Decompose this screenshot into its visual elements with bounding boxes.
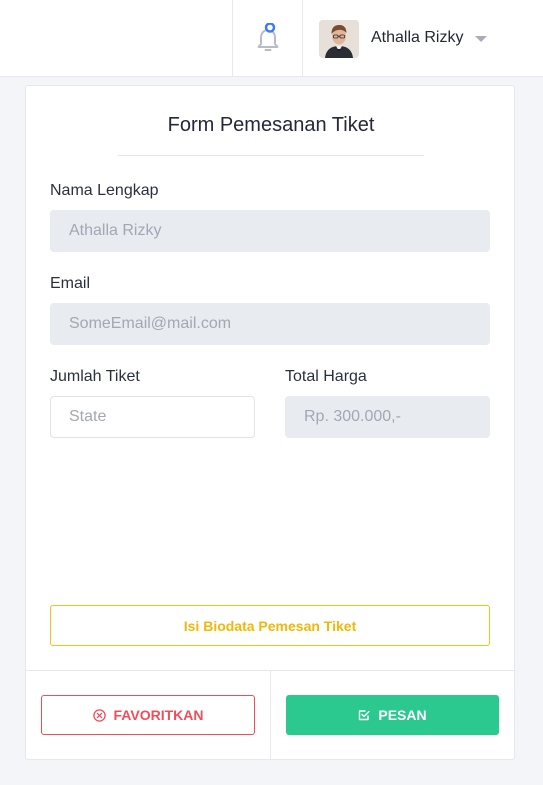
total-harga-label: Total Harga — [285, 368, 367, 385]
bell-icon — [257, 22, 278, 51]
favoritkan-button[interactable]: FAVORITKAN — [41, 695, 255, 735]
avatar — [319, 20, 359, 58]
user-menu[interactable]: Athalla Rizky — [303, 0, 543, 77]
pesan-label: PESAN — [378, 707, 427, 723]
form-title: Form Pemesanan Tiket — [167, 114, 375, 136]
notification-button[interactable] — [232, 0, 303, 77]
nama-label: Nama Lengkap — [50, 182, 159, 199]
title-divider — [118, 155, 424, 156]
user-name[interactable]: Athalla Rizky — [371, 29, 463, 47]
jumlah-tiket-placeholder: State — [69, 408, 107, 425]
footer-split-divider — [270, 671, 271, 760]
biodata-notice-text: Isi Biodata Pemesan Tiket — [183, 617, 357, 634]
email-field: SomeEmail@mail.com — [50, 303, 490, 345]
check-square-icon — [359, 710, 371, 721]
pesan-button[interactable]: PESAN — [286, 695, 499, 735]
nama-field: Athalla Rizky — [50, 210, 490, 252]
total-harga-field: Rp. 300.000,- — [285, 396, 490, 438]
total-harga-value: Rp. 300.000,- — [304, 408, 401, 425]
email-label: Email — [50, 275, 91, 292]
notification-dot — [264, 22, 275, 33]
caret-down-icon[interactable] — [475, 36, 487, 42]
ticket-order-card: Form Pemesanan Tiket Nama Lengkap Athall… — [25, 85, 515, 760]
jumlah-tiket-label: Jumlah Tiket — [50, 368, 140, 385]
jumlah-tiket-input[interactable]: State — [50, 396, 255, 438]
email-value: SomeEmail@mail.com — [69, 315, 232, 332]
top-navbar: Athalla Rizky — [0, 0, 543, 77]
biodata-notice[interactable]: Isi Biodata Pemesan Tiket — [50, 605, 490, 646]
favoritkan-label: FAVORITKAN — [113, 707, 204, 723]
close-circle-icon — [92, 708, 106, 722]
nama-value: Athalla Rizky — [69, 222, 162, 239]
